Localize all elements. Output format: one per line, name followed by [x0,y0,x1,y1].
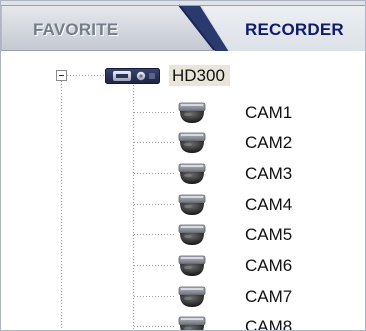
camera-node-label: CAM2 [245,133,293,152]
camera-node-label: CAM5 [245,225,293,244]
camera-node-2[interactable]: CAM2 [176,131,365,155]
camera-node-4[interactable]: CAM4 [176,193,365,217]
dome-camera-icon [178,316,206,330]
device-tree-panel: FAVORITE RECORDER HD300 CAM1 CAM2 CAM3 C… [0,0,366,331]
camera-node-label: CAM6 [245,256,293,275]
camera-node-1[interactable]: CAM1 [176,101,365,125]
camera-node-6[interactable]: CAM6 [176,254,365,278]
dome-camera-icon [178,194,206,215]
collapse-toggle[interactable] [56,70,67,81]
dome-camera-icon [178,286,206,307]
tab-favorite[interactable]: FAVORITE [33,20,118,40]
dome-camera-icon [178,102,206,123]
recorder-node-label[interactable]: HD300 [169,65,230,86]
tab-strip: FAVORITE RECORDER [1,1,365,51]
camera-node-label: CAM3 [245,164,293,183]
camera-node-label: CAM8 [245,317,293,331]
camera-node-label: CAM7 [245,287,293,306]
dome-camera-icon [178,224,206,245]
camera-node-5[interactable]: CAM5 [176,223,365,247]
camera-node-3[interactable]: CAM3 [176,162,365,186]
dome-camera-icon [178,163,206,184]
dome-camera-icon [178,255,206,276]
camera-node-label: CAM4 [245,195,293,214]
camera-node-8[interactable]: CAM8 [176,315,365,331]
tab-recorder[interactable]: RECORDER [245,20,344,40]
dvr-recorder-icon[interactable] [105,68,160,84]
camera-node-7[interactable]: CAM7 [176,285,365,309]
device-tree: HD300 CAM1 CAM2 CAM3 CAM4 CAM5 CAM6 CAM7 CAM8 [1,51,365,331]
camera-node-label: CAM1 [245,103,293,122]
dome-camera-icon [178,132,206,153]
